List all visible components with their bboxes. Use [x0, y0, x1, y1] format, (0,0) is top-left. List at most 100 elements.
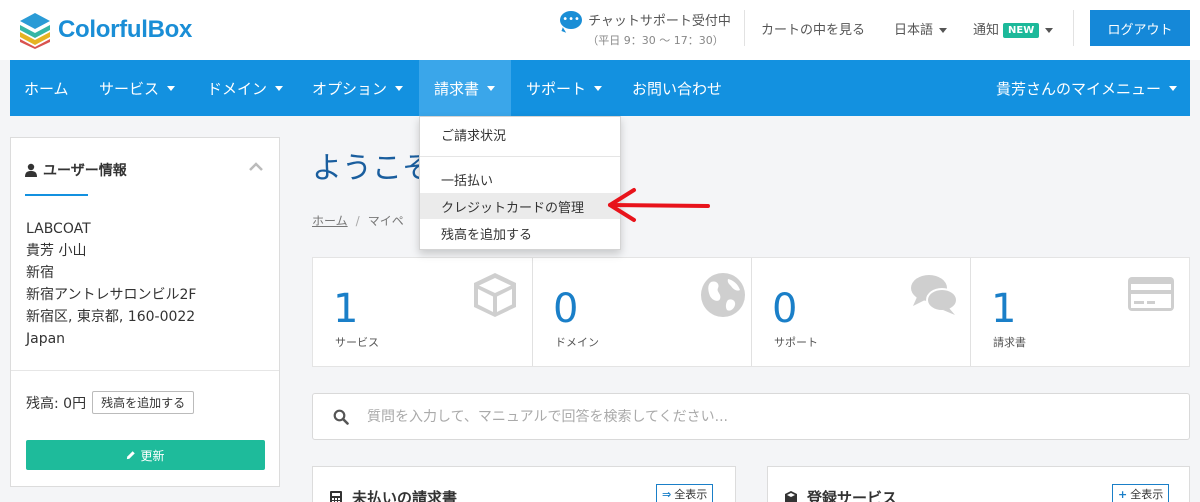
logo[interactable]: ColorfulBox	[18, 11, 192, 49]
stat-value: 0	[772, 286, 798, 332]
cube-icon	[785, 490, 797, 502]
stat-label: ドメイン	[555, 336, 599, 349]
chevron-up-icon[interactable]	[249, 162, 263, 172]
nav-label: サービス	[99, 79, 160, 98]
cart-link[interactable]: カートの中を見る	[761, 19, 865, 38]
stat-services[interactable]: 1 サービス	[313, 258, 532, 366]
chevron-down-icon	[275, 85, 284, 91]
button-label: 全表示	[674, 488, 708, 501]
view-all-services-button[interactable]: + 全表示	[1112, 484, 1170, 502]
title-underline	[25, 194, 88, 196]
card-title-label: 登録サービス	[807, 489, 898, 502]
nav-label: オプション	[312, 79, 388, 98]
stat-invoices[interactable]: 1 請求書	[971, 258, 1190, 366]
logo-text: ColorfulBox	[58, 16, 193, 43]
red-arrow-annotation	[608, 188, 710, 222]
box-icon	[474, 273, 516, 317]
invoices-dropdown: ご請求状況 一括払い クレジットカードの管理 残高を追加する	[419, 116, 621, 250]
pencil-icon	[127, 451, 136, 460]
chat-support-label: チャットサポート受付中	[588, 14, 731, 29]
arrow-right-icon: ⇒	[662, 487, 672, 501]
header-divider	[744, 10, 745, 46]
address-line: LABCOAT	[26, 221, 91, 237]
nav-label: サポート	[526, 79, 587, 98]
nav-label: ドメイン	[207, 79, 268, 98]
stats-panel: 1 サービス 0 ドメイン 0 サポート 1 請求書	[312, 257, 1190, 367]
panel-divider	[11, 370, 279, 371]
dropdown-divider	[420, 156, 620, 157]
breadcrumb-current: マイペ	[367, 214, 404, 228]
card-title: 登録サービス	[784, 487, 897, 502]
balance-row: 残高: 0円 残高を追加する	[26, 391, 195, 414]
nav-home[interactable]: ホーム	[24, 60, 69, 116]
notifications-menu[interactable]: 通知 NEW	[973, 19, 1054, 38]
address-line: 新宿	[26, 265, 54, 281]
nav-support[interactable]: サポート	[526, 60, 603, 116]
card-title-label: 未払いの請求書	[352, 489, 458, 502]
my-menu-label: 貴芳さんのマイメニュー	[996, 79, 1162, 98]
address-line: 新宿アントレサロンビル2F	[26, 287, 197, 303]
dropdown-item-credit-card[interactable]: クレジットカードの管理	[420, 193, 620, 219]
new-badge: NEW	[1003, 23, 1040, 38]
nav-services[interactable]: サービス	[99, 60, 176, 116]
registered-services-card: 登録サービス + 全表示	[767, 466, 1190, 502]
nav-invoices[interactable]: 請求書	[419, 60, 511, 116]
chat-hours: （平日 9：30 ～ 17：30）	[587, 34, 724, 47]
stat-label: サービス	[335, 336, 379, 349]
nav-label: 請求書	[434, 79, 480, 98]
credit-card-icon	[1128, 277, 1174, 311]
stat-value: 0	[553, 286, 579, 332]
chat-bubbles-icon	[911, 275, 958, 315]
main-nav: ホーム サービス ドメイン オプション 請求書 サポート お問い合わせ 貴芳さん…	[10, 60, 1190, 116]
nav-options[interactable]: オプション	[312, 60, 404, 116]
chat-icon: •••	[560, 10, 583, 29]
breadcrumb: ホーム / マイペ	[312, 212, 404, 229]
chevron-down-icon	[1045, 28, 1054, 33]
nav-label: お問い合わせ	[632, 79, 723, 98]
user-address: LABCOAT 貴芳 小山 新宿 新宿アントレサロンビル2F 新宿区, 東京都,…	[26, 218, 196, 350]
nav-domains[interactable]: ドメイン	[207, 60, 284, 116]
search-icon	[333, 409, 349, 425]
globe-icon	[701, 273, 745, 317]
address-line: Japan	[26, 331, 66, 347]
user-info-title: ユーザー情報	[25, 160, 127, 180]
language-selector[interactable]: 日本語	[894, 19, 948, 38]
logout-button[interactable]: ログアウト	[1090, 10, 1190, 46]
stat-value: 1	[333, 286, 359, 332]
header-divider	[1073, 10, 1074, 46]
unpaid-invoices-card: 未払いの請求書 ⇒ 全表示	[312, 466, 736, 502]
stat-support[interactable]: 0 サポート	[752, 258, 971, 366]
page-title: ようこそ	[312, 151, 432, 186]
stat-label: サポート	[774, 336, 818, 349]
chevron-down-icon	[395, 85, 404, 91]
language-label: 日本語	[894, 23, 934, 38]
view-all-invoices-button[interactable]: ⇒ 全表示	[656, 484, 714, 502]
user-icon	[25, 163, 37, 177]
stat-domains[interactable]: 0 ドメイン	[533, 258, 752, 366]
calculator-icon	[330, 490, 342, 502]
stat-label: 請求書	[993, 336, 1026, 349]
breadcrumb-home[interactable]: ホーム	[312, 214, 348, 228]
dropdown-item-mass-pay[interactable]: 一括払い	[420, 166, 620, 192]
chevron-down-icon	[594, 85, 603, 91]
stat-value: 1	[991, 286, 1017, 332]
top-header: ColorfulBox ••• チャットサポート受付中 （平日 9：30 ～ 1…	[0, 0, 1200, 60]
breadcrumb-separator: /	[355, 214, 360, 228]
chevron-down-icon	[487, 85, 496, 91]
logo-icon	[20, 13, 50, 49]
dropdown-item-billing-status[interactable]: ご請求状況	[420, 121, 620, 147]
nav-label: ホーム	[24, 79, 69, 98]
chat-support[interactable]: ••• チャットサポート受付中 （平日 9：30 ～ 17：30）	[553, 10, 738, 48]
search-input[interactable]	[367, 408, 1147, 425]
nav-my-menu[interactable]: 貴芳さんのマイメニュー	[996, 60, 1178, 116]
dropdown-item-add-funds[interactable]: 残高を追加する	[420, 220, 620, 246]
address-line: 新宿区, 東京都, 160-0022	[26, 309, 196, 325]
refresh-button[interactable]: 更新	[26, 440, 265, 470]
card-title: 未払いの請求書	[329, 487, 457, 502]
nav-contact[interactable]: お問い合わせ	[632, 60, 722, 116]
plus-icon: +	[1118, 487, 1128, 501]
add-balance-button[interactable]: 残高を追加する	[92, 391, 195, 414]
knowledgebase-search	[312, 393, 1190, 440]
panel-title: ユーザー情報	[43, 163, 127, 179]
notifications-label: 通知	[973, 23, 1000, 38]
